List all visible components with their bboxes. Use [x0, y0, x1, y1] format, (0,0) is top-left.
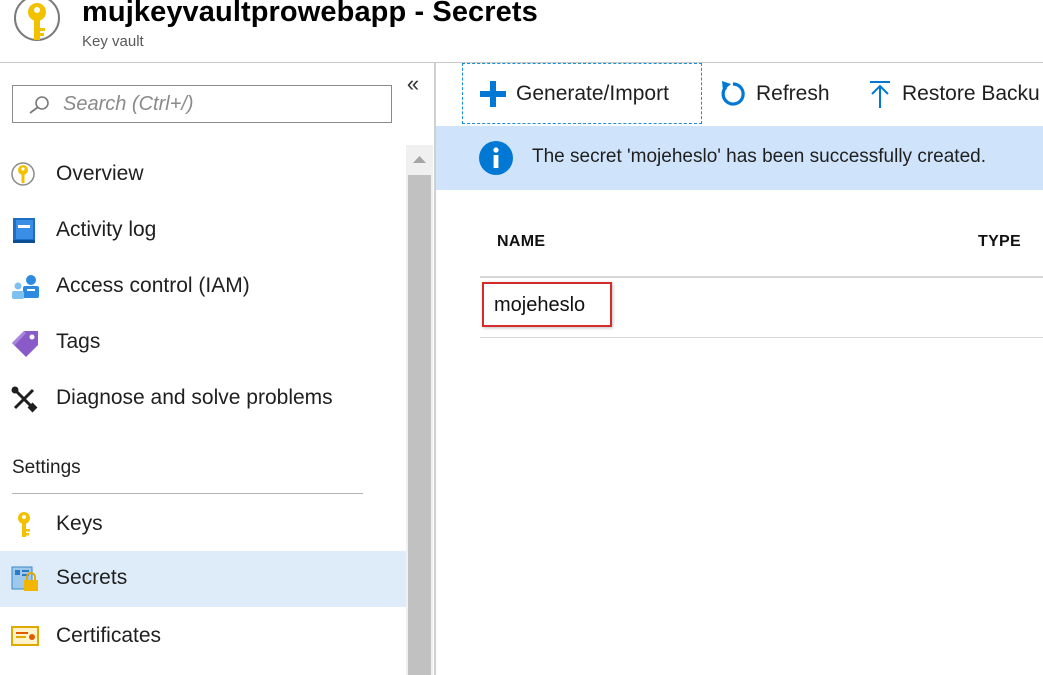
- people-icon: [10, 273, 40, 301]
- sidebar-item-keys[interactable]: Keys: [0, 497, 406, 553]
- sidebar-item-label: Certificates: [56, 624, 162, 647]
- table-row[interactable]: mojeheslo: [480, 278, 1043, 338]
- sidebar-item-access-control[interactable]: Access control (IAM): [0, 259, 406, 315]
- table-header: NAME TYPE: [480, 230, 1043, 276]
- section-divider: [12, 493, 363, 494]
- sidebar-item-diagnose[interactable]: Diagnose and solve problems: [0, 371, 406, 427]
- tag-icon: [10, 329, 40, 357]
- sidebar-scrollbar[interactable]: [406, 145, 433, 675]
- restore-backup-label: Restore Backu: [902, 81, 1040, 105]
- key-icon: [10, 511, 40, 539]
- plus-icon: [480, 80, 506, 107]
- command-bar: Generate/Import Refresh Restore Backu: [436, 63, 1043, 125]
- scrollbar-thumb[interactable]: [408, 175, 431, 675]
- banner-message: The secret 'mojeheslo' has been successf…: [532, 146, 986, 167]
- search-icon: [29, 96, 49, 114]
- sidebar-item-label: Tags: [56, 330, 101, 353]
- info-icon: [478, 140, 514, 181]
- sidebar-item-tags[interactable]: Tags: [0, 315, 406, 371]
- secret-name-cell[interactable]: mojeheslo: [494, 294, 585, 317]
- upload-icon: [870, 80, 890, 108]
- highlight-box: mojeheslo: [482, 282, 612, 327]
- sidebar-item-label: Access control (IAM): [56, 274, 250, 297]
- sidebar-item-certificates[interactable]: Certificates: [0, 609, 406, 665]
- sidebar-item-secrets[interactable]: Secrets: [0, 551, 406, 607]
- caret-up-icon: [413, 156, 426, 163]
- sidebar-item-label: Diagnose and solve problems: [56, 386, 333, 409]
- scroll-up-button[interactable]: [406, 145, 433, 173]
- sidebar-item-overview[interactable]: Overview: [0, 147, 406, 203]
- restore-backup-button[interactable]: Restore Backu: [866, 63, 1040, 124]
- refresh-icon: [721, 80, 745, 106]
- wrench-icon: [10, 385, 40, 413]
- column-header-name[interactable]: NAME: [497, 233, 545, 251]
- sidebar-item-label: Overview: [56, 162, 144, 185]
- search-input[interactable]: [63, 90, 383, 118]
- column-header-type[interactable]: TYPE: [978, 233, 1021, 251]
- refresh-button[interactable]: Refresh: [718, 63, 830, 124]
- table-row-divider: [480, 337, 1043, 338]
- page-title: mujkeyvaultprowebapp - Secrets: [82, 0, 538, 28]
- page-header: mujkeyvaultprowebapp - Secrets Key vault: [0, 0, 1043, 62]
- generate-import-label: Generate/Import: [516, 81, 669, 105]
- generate-import-button[interactable]: Generate/Import: [462, 63, 702, 124]
- key-vault-icon: [10, 161, 40, 189]
- section-label-settings: Settings: [12, 457, 81, 478]
- sidebar-item-label: Activity log: [56, 218, 157, 241]
- key-vault-icon: [12, 0, 62, 42]
- search-box[interactable]: [12, 85, 392, 123]
- sidebar-item-label: Secrets: [56, 566, 128, 589]
- collapse-sidebar-button[interactable]: «: [402, 72, 424, 96]
- sidebar-item-label: Keys: [56, 512, 103, 535]
- certificate-icon: [10, 623, 40, 651]
- secret-icon: [10, 565, 40, 593]
- notification-banner: The secret 'mojeheslo' has been successf…: [436, 126, 1043, 190]
- refresh-label: Refresh: [756, 81, 830, 105]
- sidebar-item-activity-log[interactable]: Activity log: [0, 203, 406, 259]
- book-icon: [10, 217, 40, 245]
- page-subtitle: Key vault: [82, 33, 144, 50]
